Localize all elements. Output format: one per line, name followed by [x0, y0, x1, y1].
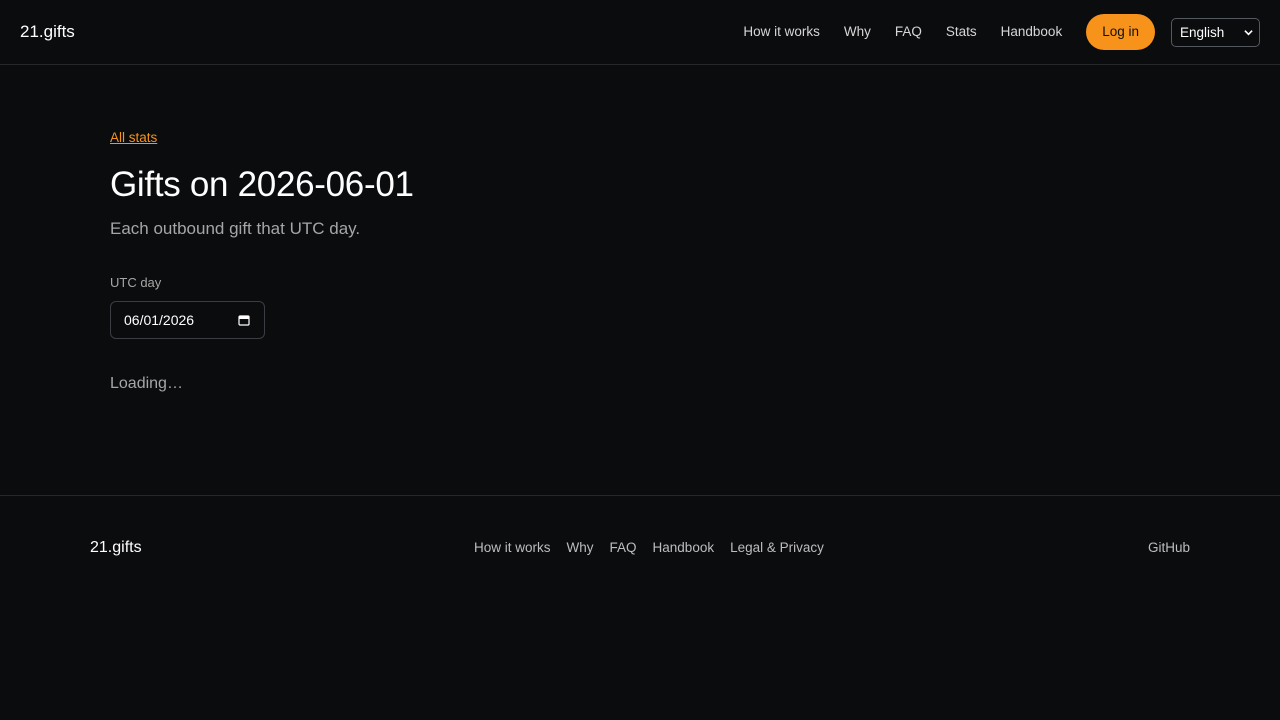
utc-day-label: UTC day: [110, 275, 162, 290]
nav-link-stats[interactable]: Stats: [946, 14, 977, 50]
footer-link-why[interactable]: Why: [567, 538, 594, 558]
login-button[interactable]: Log in: [1086, 14, 1155, 50]
footer-link-handbook[interactable]: Handbook: [653, 538, 715, 558]
footer-nav: How it works Why FAQ Handbook Legal & Pr…: [474, 538, 840, 558]
chevron-down-icon: [1244, 28, 1253, 37]
nav-link-faq[interactable]: FAQ: [895, 14, 922, 50]
footer-link-how-it-works[interactable]: How it works: [474, 538, 551, 558]
nav-link-handbook[interactable]: Handbook: [1001, 14, 1063, 50]
page-subtitle: Each outbound gift that UTC day.: [110, 219, 361, 238]
all-stats-link[interactable]: All stats: [110, 128, 157, 148]
page-title: Gifts on 2026-06-01: [110, 165, 414, 204]
footer-github-link[interactable]: GitHub: [1148, 538, 1190, 558]
site-header: 21.gifts How it works Why FAQ Stats Hand…: [0, 0, 1280, 65]
nav-link-how-it-works[interactable]: How it works: [743, 14, 820, 50]
footer-link-faq[interactable]: FAQ: [610, 538, 637, 558]
date-input-value: 06/01/2026: [124, 312, 195, 328]
calendar-icon[interactable]: [238, 314, 250, 326]
main-nav: How it works Why FAQ Stats Handbook Log …: [743, 14, 1260, 50]
main-content: All stats Gifts on 2026-06-01 Each outbo…: [110, 128, 1170, 395]
site-footer: 21.gifts How it works Why FAQ Handbook L…: [0, 495, 1280, 720]
language-select[interactable]: English: [1171, 17, 1260, 47]
loading-status: Loading…: [110, 375, 183, 392]
language-select-value: English: [1180, 24, 1225, 40]
footer-link-legal-privacy[interactable]: Legal & Privacy: [730, 538, 824, 558]
nav-link-why[interactable]: Why: [844, 14, 871, 50]
utc-day-date-input[interactable]: 06/01/2026: [110, 301, 265, 339]
brand-logo-link[interactable]: 21.gifts: [20, 21, 75, 43]
footer-brand-link[interactable]: 21.gifts: [90, 538, 142, 558]
